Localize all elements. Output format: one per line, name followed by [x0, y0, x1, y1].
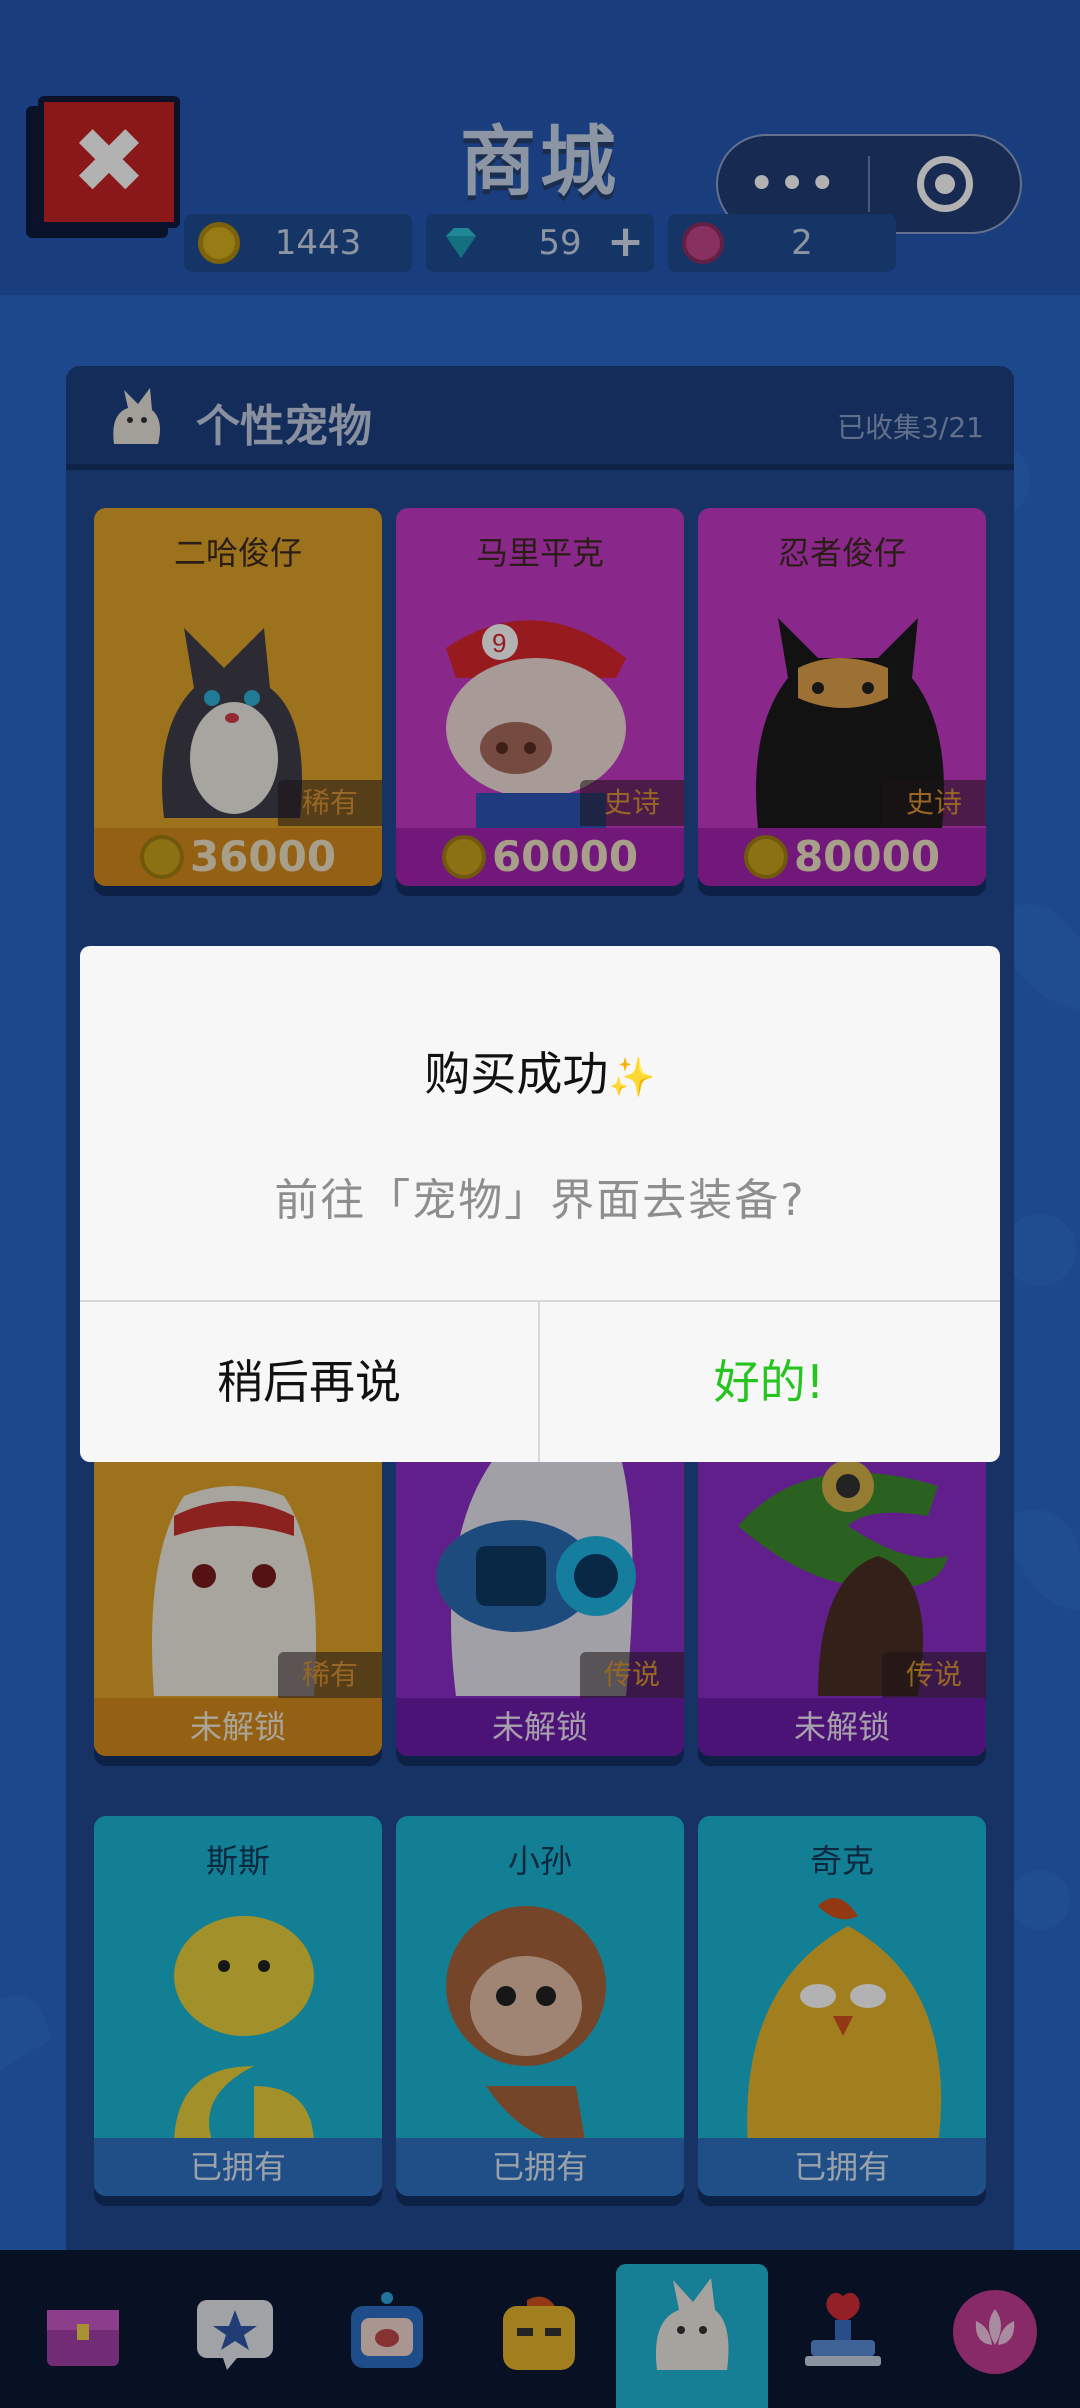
dialog-message: 前往「宠物」界面去装备?	[274, 1175, 806, 1226]
later-button[interactable]: 稍后再说	[80, 1302, 538, 1462]
sparkle-icon: ✨	[608, 1055, 656, 1099]
dialog-title: 购买成功✨	[80, 1038, 1000, 1104]
shop-screen: ✖ 商城 ••• 1443 59 + 2 个性宠物 已收集3/21 二哈俊仔 稀…	[0, 0, 1080, 2408]
purchase-success-dialog: 购买成功✨ 前往「宠物」界面去装备? 稍后再说 好的!	[80, 946, 1000, 1462]
dialog-title-text: 购买成功	[424, 1047, 609, 1101]
ok-button[interactable]: 好的!	[540, 1302, 998, 1462]
